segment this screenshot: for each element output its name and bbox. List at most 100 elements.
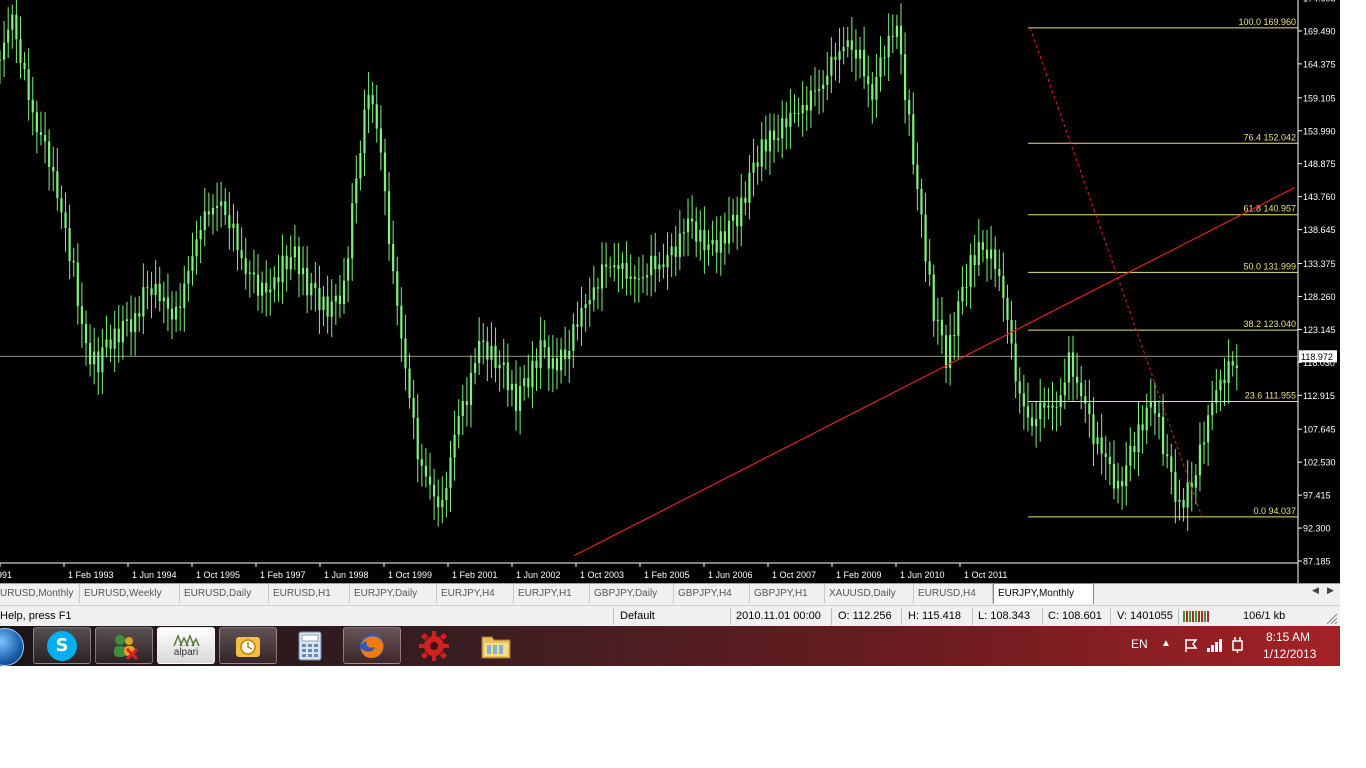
price-tick-label: 128.260 — [1303, 292, 1336, 302]
tab-xauusd-daily[interactable]: XAUUSD,Daily — [825, 584, 914, 603]
candle-body — [1043, 402, 1046, 408]
taskbar-firefox-button[interactable] — [343, 627, 401, 664]
candle-body — [629, 276, 632, 279]
tab-eurusd-weekly[interactable]: EURUSD,Weekly — [80, 584, 180, 603]
resize-grip-icon[interactable] — [1326, 613, 1338, 625]
candle-body — [392, 244, 395, 272]
mail-calendar-icon — [236, 636, 260, 657]
skype-icon: S — [47, 630, 77, 661]
candle-body — [588, 300, 591, 305]
candle-body — [695, 221, 698, 242]
candle-body — [387, 191, 391, 245]
clock-time[interactable]: 8:15 AM — [1266, 630, 1310, 644]
candle-body — [265, 282, 268, 293]
candle-body — [1014, 343, 1017, 382]
candle-body — [523, 378, 526, 387]
action-center-flag-icon[interactable] — [1183, 637, 1199, 653]
candle-body — [678, 233, 681, 257]
clock-date[interactable]: 1/12/2013 — [1263, 647, 1316, 661]
chart-window[interactable]: 174.605 169.490 164.375 159.105 153.990 148.8… — [0, 0, 1340, 583]
taskbar-calculator-button[interactable] — [281, 627, 339, 664]
candle-body — [60, 198, 63, 213]
start-button[interactable] — [0, 628, 24, 666]
candle-body — [1080, 382, 1083, 397]
candle-body — [1149, 401, 1152, 408]
candle-body — [621, 263, 624, 269]
candle-body — [580, 308, 583, 327]
candle-body — [555, 358, 559, 371]
candle-body — [23, 63, 26, 70]
candle-body — [842, 46, 845, 52]
candle-body — [1207, 415, 1210, 443]
candle-body — [27, 69, 30, 100]
tab-gbpjpy-daily[interactable]: GBPJPY,Daily — [590, 584, 674, 603]
fib-level-label: 38.2 123.040 — [1243, 319, 1296, 329]
tab-eurusd-h1[interactable]: EURUSD,H1 — [269, 584, 350, 603]
status-volume: V: 1401055 — [1117, 610, 1173, 622]
candle-body — [334, 295, 337, 302]
date-tick-label: 1 Jun 2006 — [708, 570, 753, 580]
candle-body — [355, 178, 358, 204]
candle-body — [113, 328, 116, 349]
power-plug-icon[interactable] — [1230, 636, 1246, 654]
candle-body — [351, 203, 354, 259]
candle-body — [711, 239, 714, 245]
status-divider — [613, 608, 614, 625]
candle-body — [76, 262, 79, 307]
candle-body — [903, 54, 907, 101]
candle-body — [1088, 403, 1091, 415]
candle-body — [1022, 393, 1025, 407]
date-tick-label: 1 Jun 1994 — [132, 570, 177, 580]
candle-body — [301, 267, 305, 275]
alpari-icon: alpari — [172, 633, 200, 658]
taskbar-outlook-button[interactable] — [219, 627, 277, 664]
price-tick-label: 164.375 — [1303, 59, 1336, 69]
taskbar-network-button[interactable] — [95, 627, 153, 664]
taskbar-app-red-button[interactable] — [405, 627, 463, 664]
tab-scroll-left-icon[interactable]: ◀ — [1312, 586, 1319, 596]
candle-body — [641, 277, 645, 279]
candle-body — [453, 434, 456, 458]
tab-gbpjpy-h1[interactable]: GBPJPY,H1 — [750, 584, 825, 603]
taskbar-explorer-button[interactable] — [467, 627, 525, 664]
tab-scroll-right-icon[interactable]: ▶ — [1327, 586, 1334, 596]
candle-body — [195, 239, 198, 257]
fib-level-label: 100.0 169.960 — [1238, 17, 1296, 27]
show-hidden-icons-icon[interactable]: ▲ — [1161, 638, 1171, 649]
candle-body — [645, 275, 649, 278]
status-divider — [972, 608, 973, 625]
network-signal-icon[interactable] — [1206, 637, 1224, 653]
candle-body — [625, 263, 628, 279]
tab-eurjpy-h1[interactable]: EURJPY,H1 — [514, 584, 590, 603]
candle-body — [187, 270, 190, 284]
tab-gbpjpy-h4[interactable]: GBPJPY,H4 — [674, 584, 750, 603]
candle-body — [437, 496, 440, 508]
language-indicator[interactable]: EN — [1131, 637, 1148, 651]
candle-body — [912, 114, 915, 165]
date-tick-label: 1 Feb 1993 — [68, 570, 114, 580]
candle-body — [805, 104, 808, 111]
candle-body — [768, 130, 772, 152]
candle-body — [1170, 456, 1173, 472]
tab-eurjpy-h4[interactable]: EURJPY,H4 — [437, 584, 514, 603]
tab-urusd-monthly[interactable]: URUSD,Monthly — [0, 584, 80, 603]
taskbar-alpari-button[interactable]: alpari — [157, 627, 215, 664]
date-tick-label: 1 Feb 2005 — [644, 570, 690, 580]
candle-body — [568, 350, 571, 359]
candle-body — [883, 57, 886, 59]
candle-body — [408, 368, 411, 398]
candle-body — [347, 258, 350, 281]
tab-eurjpy-daily[interactable]: EURJPY,Daily — [350, 584, 437, 603]
current-price-label: 118.972 — [1301, 352, 1333, 362]
taskbar-skype-button[interactable]: S — [33, 627, 91, 664]
tab-eurusd-h4[interactable]: EURUSD,H4 — [914, 584, 993, 603]
candle-body — [1018, 381, 1021, 394]
candle-body — [654, 255, 657, 270]
tab-eurjpy-monthly[interactable]: EURJPY,Monthly — [993, 583, 1094, 604]
price-chart[interactable]: 174.605 169.490 164.375 159.105 153.990 148.8… — [0, 0, 1340, 583]
candle-body — [752, 162, 755, 173]
status-high: H: 115.418 — [908, 610, 962, 622]
candle-body — [277, 277, 280, 283]
tab-eurusd-daily[interactable]: EURUSD,Daily — [180, 584, 269, 603]
candle-body — [449, 457, 452, 489]
